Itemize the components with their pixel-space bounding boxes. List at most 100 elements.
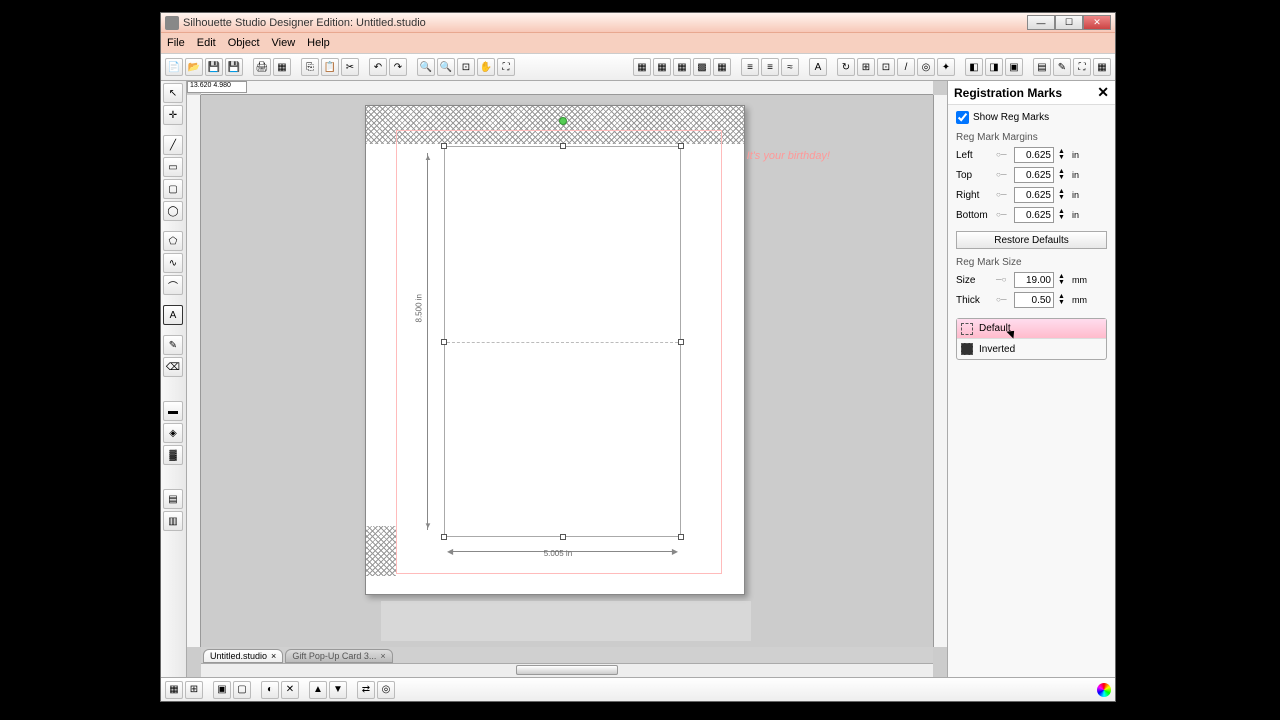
center-icon[interactable]: ◎ — [377, 681, 395, 699]
zoom-in-icon[interactable]: 🔍 — [417, 58, 435, 76]
restore-defaults-button[interactable]: Restore Defaults — [956, 231, 1107, 249]
handle-tm[interactable] — [560, 143, 566, 149]
show-reg-marks-checkbox[interactable] — [956, 111, 969, 124]
cut-icon[interactable]: ✂ — [341, 58, 359, 76]
back-icon[interactable]: ▼ — [329, 681, 347, 699]
handle-tr[interactable] — [678, 143, 684, 149]
fit-icon[interactable]: ⛶ — [497, 58, 515, 76]
minimize-button[interactable]: — — [1027, 15, 1055, 30]
line-tool-icon[interactable]: ╱ — [163, 135, 183, 155]
save2-icon[interactable]: 💾 — [225, 58, 243, 76]
redo-icon[interactable]: ↷ — [389, 58, 407, 76]
spinner[interactable]: ▲▼ — [1058, 274, 1068, 286]
send-icon[interactable]: ▦ — [1093, 58, 1111, 76]
tab-close-icon[interactable]: × — [380, 651, 385, 661]
page-setup-icon[interactable]: ▦ — [633, 58, 651, 76]
grid2-icon[interactable]: ▦ — [673, 58, 691, 76]
handle-bm[interactable] — [560, 534, 566, 540]
rect-tool-icon[interactable]: ▭ — [163, 157, 183, 177]
arc-icon[interactable]: ⌒ — [163, 275, 183, 295]
draw-icon[interactable]: ✎ — [163, 335, 183, 355]
save-icon[interactable]: 💾 — [205, 58, 223, 76]
style-inverted[interactable]: Inverted — [957, 339, 1106, 359]
canvas-area[interactable]: 13.620 4.980 — [187, 81, 947, 677]
trace3-icon[interactable]: ▣ — [1005, 58, 1023, 76]
zoom-out-icon[interactable]: 🔍 — [437, 58, 455, 76]
spinner[interactable]: ▲▼ — [1058, 189, 1068, 201]
slider-icon[interactable]: ○─ — [996, 170, 1010, 180]
select-icon[interactable]: ↖ — [163, 83, 183, 103]
replicate-icon[interactable]: ⊡ — [877, 58, 895, 76]
edit-points-icon[interactable]: ✛ — [163, 105, 183, 125]
ungroup-icon[interactable]: ▢ — [233, 681, 251, 699]
selected-shape[interactable]: ▲ ▼ 8.500 in ◀ ▶ 5.005 in It's your birt… — [444, 146, 681, 537]
canvas-viewport[interactable]: ▲ ▼ 8.500 in ◀ ▶ 5.005 in It's your birt… — [201, 95, 933, 647]
mirror-icon[interactable]: ⇄ — [357, 681, 375, 699]
open-icon[interactable]: 📂 — [185, 58, 203, 76]
slider-icon[interactable]: ○─ — [996, 210, 1010, 220]
line2-icon[interactable]: ≡ — [761, 58, 779, 76]
new-icon[interactable]: 📄 — [165, 58, 183, 76]
group-icon[interactable]: ▣ — [213, 681, 231, 699]
grid-icon[interactable]: ▦ — [653, 58, 671, 76]
line3-icon[interactable]: ≈ — [781, 58, 799, 76]
print-icon[interactable]: 🖨 — [253, 58, 271, 76]
scale-icon[interactable]: / — [897, 58, 915, 76]
curve-icon[interactable]: ∿ — [163, 253, 183, 273]
spinner[interactable]: ▲▼ — [1058, 169, 1068, 181]
cut-settings-icon[interactable]: ⛶ — [1073, 58, 1091, 76]
handle-br[interactable] — [678, 534, 684, 540]
slider-icon[interactable]: ─○ — [996, 275, 1010, 285]
polygon-icon[interactable]: ⬠ — [163, 231, 183, 251]
menu-view[interactable]: View — [272, 37, 296, 49]
ellipse-icon[interactable]: ◯ — [163, 201, 183, 221]
fill-icon[interactable]: ▓ — [163, 445, 183, 465]
left-input[interactable] — [1014, 147, 1054, 163]
handle-bl[interactable] — [441, 534, 447, 540]
pan-icon[interactable]: ✋ — [477, 58, 495, 76]
eyedrop-icon[interactable]: ◈ — [163, 423, 183, 443]
align-icon[interactable]: ⊞ — [857, 58, 875, 76]
panel-close-icon[interactable]: ✕ — [1097, 84, 1109, 101]
trace2-icon[interactable]: ◨ — [985, 58, 1003, 76]
scrollbar-horizontal[interactable] — [201, 663, 933, 677]
size-input[interactable] — [1014, 272, 1054, 288]
close-button[interactable]: ✕ — [1083, 15, 1111, 30]
undo-icon[interactable]: ↶ — [369, 58, 387, 76]
scrollbar-thumb[interactable] — [516, 665, 618, 675]
round-rect-icon[interactable]: ▢ — [163, 179, 183, 199]
paste-icon[interactable]: 📋 — [321, 58, 339, 76]
menu-file[interactable]: File — [167, 37, 185, 49]
tab-close-icon[interactable]: × — [271, 651, 276, 661]
color-wheel-icon[interactable] — [1097, 683, 1111, 697]
cut-send-icon[interactable]: ▦ — [273, 58, 291, 76]
library-icon[interactable]: ▤ — [1033, 58, 1051, 76]
copy-icon[interactable]: ⎘ — [301, 58, 319, 76]
spinner[interactable]: ▲▼ — [1058, 149, 1068, 161]
tab-inactive[interactable]: Gift Pop-Up Card 3... × — [285, 649, 392, 663]
trace-icon[interactable]: ◧ — [965, 58, 983, 76]
menu-edit[interactable]: Edit — [197, 37, 216, 49]
thick-input[interactable] — [1014, 292, 1054, 308]
reg2-icon[interactable]: ▦ — [713, 58, 731, 76]
maximize-button[interactable]: ☐ — [1055, 15, 1083, 30]
snap2-icon[interactable]: ⊞ — [185, 681, 203, 699]
rotation-handle[interactable] — [559, 117, 567, 125]
zoom-sel-icon[interactable]: ⊡ — [457, 58, 475, 76]
delete-icon[interactable]: ✕ — [281, 681, 299, 699]
menu-object[interactable]: Object — [228, 37, 260, 49]
store-icon[interactable]: ▤ — [163, 489, 183, 509]
bottom-input[interactable] — [1014, 207, 1054, 223]
slider-icon[interactable]: ○─ — [996, 295, 1010, 305]
spinner[interactable]: ▲▼ — [1058, 209, 1068, 221]
line-style-icon[interactable]: ≡ — [741, 58, 759, 76]
knife-icon[interactable]: ▬ — [163, 401, 183, 421]
eraser-icon[interactable]: ⌫ — [163, 357, 183, 377]
offset-icon[interactable]: ◎ — [917, 58, 935, 76]
library2-icon[interactable]: ▥ — [163, 511, 183, 531]
tab-active[interactable]: Untitled.studio × — [203, 649, 283, 663]
slider-icon[interactable]: ○─ — [996, 150, 1010, 160]
front-icon[interactable]: ▲ — [309, 681, 327, 699]
top-input[interactable] — [1014, 167, 1054, 183]
spinner[interactable]: ▲▼ — [1058, 294, 1068, 306]
